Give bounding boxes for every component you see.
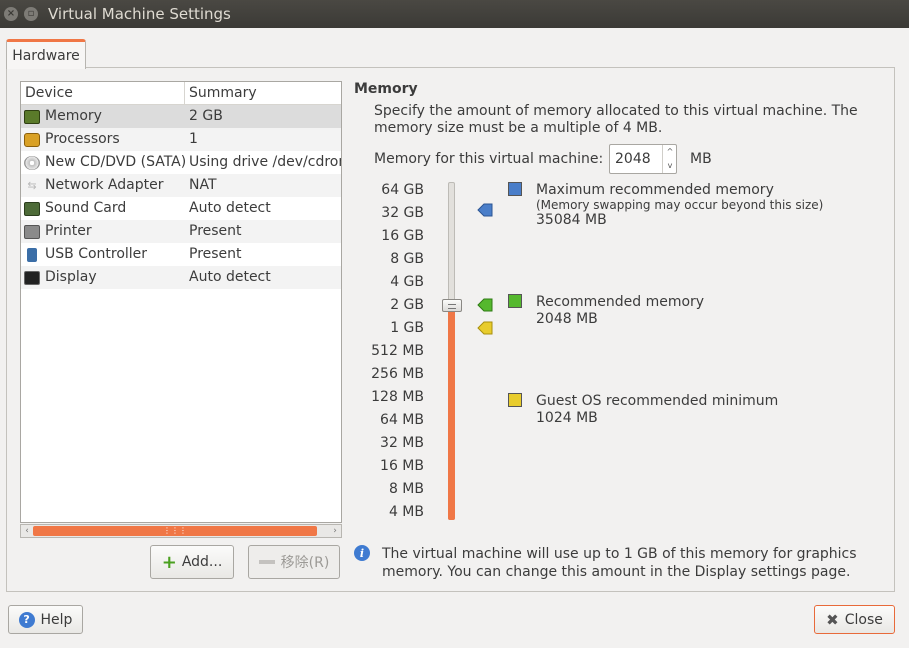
memory-field-label: Memory for this virtual machine: xyxy=(374,151,604,167)
recommended-marker-icon[interactable] xyxy=(477,298,493,312)
scale-label: 512 MB xyxy=(371,343,424,359)
device-row-display[interactable]: Display Auto detect xyxy=(21,266,341,289)
scale-label: 64 GB xyxy=(381,182,424,198)
usb-icon xyxy=(27,247,37,262)
max-recommended-marker-icon[interactable] xyxy=(477,203,493,217)
scale-label: 8 GB xyxy=(390,251,424,267)
add-button[interactable]: + Add... xyxy=(150,545,234,579)
title-bar: × ▫ Virtual Machine Settings xyxy=(0,0,909,28)
device-name: Display xyxy=(45,269,97,285)
device-summary: Auto detect xyxy=(189,200,271,216)
window-close-icon[interactable]: × xyxy=(4,7,18,21)
window-title: Virtual Machine Settings xyxy=(48,5,231,23)
cd-dvd-icon xyxy=(24,155,40,170)
memory-icon xyxy=(24,109,40,124)
device-row-network-adapter[interactable]: ⇆ Network Adapter NAT xyxy=(21,174,341,197)
scale-label: 256 MB xyxy=(371,366,424,382)
plus-icon: + xyxy=(161,551,177,573)
chevron-up-icon[interactable]: ^ xyxy=(663,145,677,159)
list-header: Device Summary xyxy=(21,82,341,105)
recommended-title: Recommended memory xyxy=(536,294,705,310)
scale-label: 64 MB xyxy=(380,412,424,428)
recommended-value: 2048 MB xyxy=(536,311,598,327)
remove-button[interactable]: 移除(R) xyxy=(248,545,340,579)
scale-label: 4 MB xyxy=(388,504,424,520)
device-row-processors[interactable]: Processors 1 xyxy=(21,128,341,151)
info-icon: i xyxy=(354,545,370,561)
column-device[interactable]: Device xyxy=(21,82,185,104)
max-recommended-note: (Memory swapping may occur beyond this s… xyxy=(536,198,824,212)
scale-label: 32 MB xyxy=(380,435,424,451)
minimum-legend-icon xyxy=(508,393,522,407)
tab-hardware[interactable]: Hardware xyxy=(6,39,86,69)
scale-label: 1 GB xyxy=(390,320,424,336)
memory-slider-fill xyxy=(448,306,455,520)
device-summary: 2 GB xyxy=(189,108,223,124)
device-row-memory[interactable]: Memory 2 GB xyxy=(21,105,341,128)
memory-slider-handle[interactable] xyxy=(442,299,462,312)
help-icon: ? xyxy=(18,611,35,628)
close-icon: ✖ xyxy=(826,610,839,629)
remove-label: 移除(R) xyxy=(280,555,330,571)
graphics-memory-info: The virtual machine will use up to 1 GB … xyxy=(382,546,857,580)
scale-label: 16 MB xyxy=(380,458,424,474)
column-summary[interactable]: Summary xyxy=(185,82,257,104)
device-name: Processors xyxy=(45,131,120,147)
printer-icon xyxy=(24,224,40,239)
chevron-down-icon[interactable]: v xyxy=(663,159,677,173)
device-list: Device Summary Memory 2 GB Processors 1 … xyxy=(20,81,342,523)
device-row-usb-controller[interactable]: USB Controller Present xyxy=(21,243,341,266)
device-summary: Auto detect xyxy=(189,269,271,285)
help-button[interactable]: ? Help xyxy=(8,605,83,634)
device-name: Printer xyxy=(45,223,92,239)
scale-label: 2 GB xyxy=(390,297,424,313)
scale-label: 128 MB xyxy=(371,389,424,405)
scrollbar-thumb[interactable]: ⋮⋮⋮ xyxy=(33,526,317,536)
device-row-cd-dvd[interactable]: New CD/DVD (SATA) Using drive /dev/cdrom xyxy=(21,151,341,174)
memory-unit: MB xyxy=(690,151,712,167)
minus-icon xyxy=(258,560,275,564)
device-summary: Present xyxy=(189,223,242,239)
minimum-value: 1024 MB xyxy=(536,410,598,426)
device-row-printer[interactable]: Printer Present xyxy=(21,220,341,243)
help-label: Help xyxy=(40,611,73,628)
recommended-legend-icon xyxy=(508,294,522,308)
max-recommended-value: 35084 MB xyxy=(536,212,607,228)
device-row-sound-card[interactable]: Sound Card Auto detect xyxy=(21,197,341,220)
device-summary: NAT xyxy=(189,177,217,193)
scale-label: 32 GB xyxy=(381,205,424,221)
scroll-left-icon[interactable]: ‹ xyxy=(21,525,33,537)
memory-section-title: Memory xyxy=(354,81,418,97)
minimum-marker-icon[interactable] xyxy=(477,321,493,335)
add-label: Add... xyxy=(181,554,223,570)
close-label: Close xyxy=(844,611,883,628)
device-name: Sound Card xyxy=(45,200,127,216)
network-icon: ⇆ xyxy=(27,179,37,192)
minimum-title: Guest OS recommended minimum xyxy=(536,393,779,409)
horizontal-scrollbar[interactable]: ‹ ⋮⋮⋮ › xyxy=(20,524,342,538)
device-name: Network Adapter xyxy=(45,177,164,193)
scale-label: 8 MB xyxy=(388,481,424,497)
memory-spinbox[interactable]: ^ v xyxy=(609,144,677,174)
memory-description: Specify the amount of memory allocated t… xyxy=(374,103,858,136)
display-icon xyxy=(24,270,40,285)
scale-label: 16 GB xyxy=(381,228,424,244)
device-summary: 1 xyxy=(189,131,198,147)
device-name: New CD/DVD (SATA) xyxy=(45,154,187,170)
scale-label: 4 GB xyxy=(390,274,424,290)
device-summary: Using drive /dev/cdrom xyxy=(189,154,341,170)
window-maximize-icon[interactable]: ▫ xyxy=(24,7,38,21)
max-recommended-title: Maximum recommended memory xyxy=(536,182,774,198)
max-recommended-legend-icon xyxy=(508,182,522,196)
device-name: Memory xyxy=(45,108,102,124)
sound-card-icon xyxy=(24,201,40,216)
scroll-right-icon[interactable]: › xyxy=(329,525,341,537)
device-summary: Present xyxy=(189,246,242,262)
memory-input[interactable] xyxy=(610,145,662,173)
processor-icon xyxy=(24,132,40,147)
close-button[interactable]: ✖ Close xyxy=(814,605,895,634)
device-name: USB Controller xyxy=(45,246,148,262)
